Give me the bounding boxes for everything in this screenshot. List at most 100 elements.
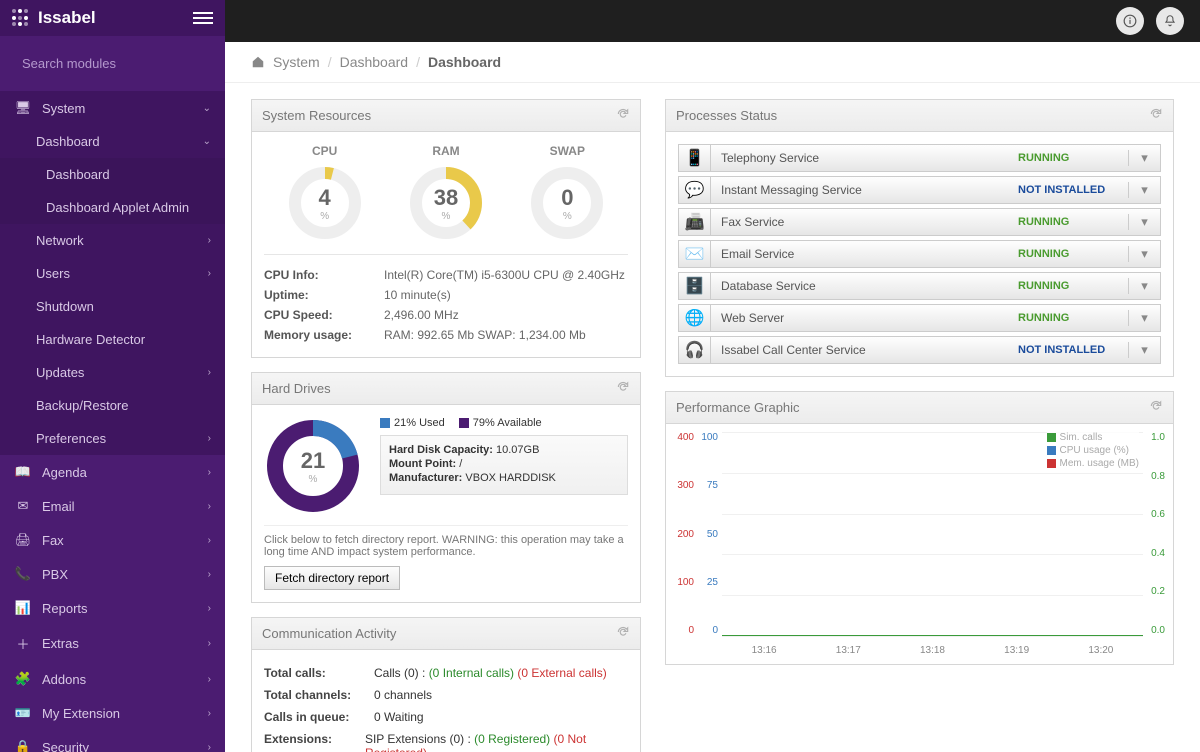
service-status: RUNNING	[1018, 216, 1128, 228]
nav-dashboard[interactable]: Dashboard⌄	[0, 125, 225, 158]
chevron-right-icon: ›	[208, 603, 211, 614]
chevron-right-icon: ›	[208, 742, 211, 752]
service-status: RUNNING	[1018, 280, 1128, 292]
service-icon: 🗄️	[679, 273, 711, 299]
chevron-down-icon: ⌄	[203, 136, 211, 147]
chevron-right-icon: ›	[208, 467, 211, 478]
nav-system[interactable]: 🖥System⌄	[0, 91, 225, 125]
nav-preferences[interactable]: Preferences›	[0, 422, 225, 455]
puzzle-icon: 🧩	[14, 671, 32, 687]
nav-backup[interactable]: Backup/Restore	[0, 389, 225, 422]
bell-button[interactable]	[1156, 7, 1184, 35]
nav-pbx[interactable]: 📞PBX›	[0, 557, 225, 591]
service-icon: 📠	[679, 209, 711, 235]
service-icon: 🌐	[679, 305, 711, 331]
process-row: 🎧Issabel Call Center ServiceNOT INSTALLE…	[678, 336, 1161, 364]
service-icon: 📱	[679, 145, 711, 171]
panel-title: Hard Drives	[262, 381, 616, 396]
envelope-icon: ✉	[14, 498, 32, 514]
nav-dashboard-applet[interactable]: Dashboard Applet Admin	[0, 191, 225, 224]
panel-hard-drives: Hard Drives 21% 21% Used	[251, 372, 641, 603]
chart-line	[722, 635, 1143, 636]
nav-myext[interactable]: 🪪My Extension›	[0, 696, 225, 730]
nav-users[interactable]: Users›	[0, 257, 225, 290]
nav-agenda[interactable]: 📖Agenda›	[0, 455, 225, 489]
service-action-button[interactable]: ▾	[1128, 182, 1160, 198]
service-name: Issabel Call Center Service	[711, 343, 1018, 357]
info-button[interactable]	[1116, 7, 1144, 35]
nav-security[interactable]: 🔒Security›	[0, 730, 225, 752]
disk-legend: 21% Used 79% Available	[380, 417, 628, 429]
crumb-current: Dashboard	[428, 54, 501, 70]
service-action-button[interactable]: ▾	[1128, 150, 1160, 166]
refresh-button[interactable]	[1149, 107, 1163, 124]
service-icon: 💬	[679, 177, 711, 203]
id-icon: 🪪	[14, 705, 32, 721]
refresh-icon	[1149, 399, 1163, 413]
process-row: 💬Instant Messaging ServiceNOT INSTALLED▾	[678, 176, 1161, 204]
service-icon: 🎧	[679, 337, 711, 363]
gauge-disk: 21%	[264, 417, 362, 515]
book-icon: 📖	[14, 464, 32, 480]
disk-info: Hard Disk Capacity: 10.07GB Mount Point:…	[380, 435, 628, 495]
main: System / Dashboard / Dashboard System Re…	[225, 0, 1200, 752]
refresh-button[interactable]	[616, 625, 630, 642]
panel-processes: Processes Status 📱Telephony ServiceRUNNI…	[665, 99, 1174, 377]
service-action-button[interactable]: ▾	[1128, 246, 1160, 262]
process-row: 📠Fax ServiceRUNNING▾	[678, 208, 1161, 236]
gauge-swap: SWAP 0%	[528, 144, 606, 242]
refresh-button[interactable]	[616, 380, 630, 397]
nav-addons[interactable]: 🧩Addons›	[0, 662, 225, 696]
process-row: 🌐Web ServerRUNNING▾	[678, 304, 1161, 332]
nav-hardware[interactable]: Hardware Detector	[0, 323, 225, 356]
refresh-button[interactable]	[1149, 399, 1163, 416]
phone-icon: 📞	[14, 566, 32, 582]
chevron-right-icon: ›	[208, 501, 211, 512]
service-status: RUNNING	[1018, 152, 1128, 164]
nav-network[interactable]: Network›	[0, 224, 225, 257]
service-name: Instant Messaging Service	[711, 183, 1018, 197]
disk-warning: Click below to fetch directory report. W…	[264, 525, 628, 558]
brand-bar: Issabel	[0, 0, 225, 36]
service-status: RUNNING	[1018, 248, 1128, 260]
fetch-report-button[interactable]: Fetch directory report	[264, 566, 400, 590]
refresh-icon	[1149, 107, 1163, 121]
chevron-right-icon: ›	[208, 433, 211, 444]
service-action-button[interactable]: ▾	[1128, 214, 1160, 230]
brand[interactable]: Issabel	[12, 8, 96, 28]
service-status: RUNNING	[1018, 312, 1128, 324]
process-row: 📱Telephony ServiceRUNNING▾	[678, 144, 1161, 172]
refresh-button[interactable]	[616, 107, 630, 124]
gauge-ram: RAM 38%	[407, 144, 485, 242]
chevron-right-icon: ›	[208, 638, 211, 649]
panel-title: Performance Graphic	[676, 400, 1149, 415]
brand-name: Issabel	[38, 8, 96, 28]
nav: 🖥System⌄ Dashboard⌄ Dashboard Dashboard …	[0, 91, 225, 752]
refresh-icon	[616, 380, 630, 394]
crumb-dashboard[interactable]: Dashboard	[340, 54, 409, 70]
laptop-icon: 🖥	[14, 100, 32, 116]
chevron-right-icon: ›	[208, 674, 211, 685]
service-action-button[interactable]: ▾	[1128, 310, 1160, 326]
chevron-right-icon: ›	[208, 708, 211, 719]
home-icon[interactable]	[251, 55, 265, 69]
service-action-button[interactable]: ▾	[1128, 278, 1160, 294]
nav-extras[interactable]: ＋Extras›	[0, 625, 225, 662]
chevron-right-icon: ›	[208, 569, 211, 580]
nav-updates[interactable]: Updates›	[0, 356, 225, 389]
panel-communication: Communication Activity Total calls:Calls…	[251, 617, 641, 752]
nav-dashboard-sub[interactable]: Dashboard	[0, 158, 225, 191]
service-name: Email Service	[711, 247, 1018, 261]
nav-shutdown[interactable]: Shutdown	[0, 290, 225, 323]
crumb-system[interactable]: System	[273, 54, 320, 70]
service-action-button[interactable]: ▾	[1128, 342, 1160, 358]
brand-logo-icon	[12, 9, 30, 27]
menu-toggle-icon[interactable]	[193, 12, 213, 24]
search-input[interactable]	[12, 48, 213, 79]
chevron-right-icon: ›	[208, 268, 211, 279]
nav-reports[interactable]: 📊Reports›	[0, 591, 225, 625]
panel-system-resources: System Resources CPU 4% RAM 38%	[251, 99, 641, 358]
nav-email[interactable]: ✉Email›	[0, 489, 225, 523]
chevron-down-icon: ⌄	[203, 103, 211, 114]
nav-fax[interactable]: 🖨Fax›	[0, 523, 225, 557]
